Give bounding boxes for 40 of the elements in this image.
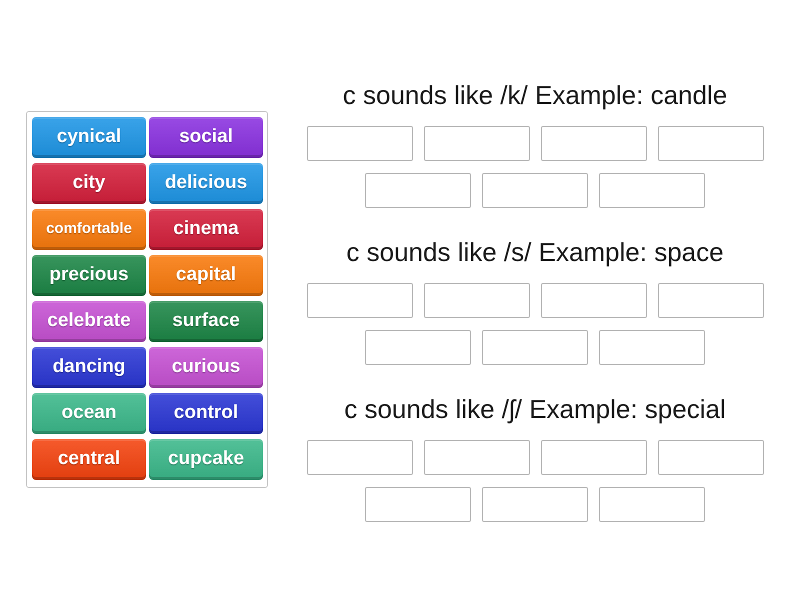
word-tile[interactable]: control: [149, 393, 263, 434]
word-tile[interactable]: comfortable: [32, 209, 146, 250]
answer-box[interactable]: [482, 330, 588, 365]
word-tile[interactable]: cynical: [32, 117, 146, 158]
word-tile[interactable]: celebrate: [32, 301, 146, 342]
word-tile[interactable]: social: [149, 117, 263, 158]
word-tile[interactable]: central: [32, 439, 146, 480]
word-tile[interactable]: curious: [149, 347, 263, 388]
answer-box[interactable]: [424, 440, 530, 475]
answer-box[interactable]: [306, 126, 412, 161]
group-title: c sounds like /k/ Example: candle: [342, 79, 728, 112]
word-tile[interactable]: ocean: [32, 393, 146, 434]
word-tile[interactable]: surface: [149, 301, 263, 342]
answer-box[interactable]: [658, 126, 764, 161]
word-tile[interactable]: cinema: [149, 209, 263, 250]
answer-box[interactable]: [482, 173, 588, 208]
word-tile[interactable]: city: [32, 163, 146, 204]
answer-box[interactable]: [540, 283, 646, 318]
answer-box[interactable]: [599, 330, 705, 365]
answer-box[interactable]: [365, 173, 471, 208]
answer-box[interactable]: [424, 283, 530, 318]
answer-box[interactable]: [365, 330, 471, 365]
group-title: c sounds like /s/ Example: space: [346, 236, 724, 269]
answer-box[interactable]: [306, 440, 412, 475]
word-tile[interactable]: delicious: [149, 163, 263, 204]
answer-box[interactable]: [599, 487, 705, 522]
word-tile[interactable]: dancing: [32, 347, 146, 388]
group-title: c sounds like /ʃ/ Example: special: [344, 393, 726, 426]
answer-box[interactable]: [658, 440, 764, 475]
answer-box[interactable]: [599, 173, 705, 208]
answer-box[interactable]: [540, 126, 646, 161]
answer-box[interactable]: [482, 487, 588, 522]
answer-box[interactable]: [306, 283, 412, 318]
word-tile[interactable]: cupcake: [149, 439, 263, 480]
word-tile[interactable]: precious: [32, 255, 146, 296]
answer-box[interactable]: [658, 283, 764, 318]
answer-box[interactable]: [365, 487, 471, 522]
word-tile[interactable]: capital: [149, 255, 263, 296]
answer-box[interactable]: [540, 440, 646, 475]
answer-box[interactable]: [424, 126, 530, 161]
